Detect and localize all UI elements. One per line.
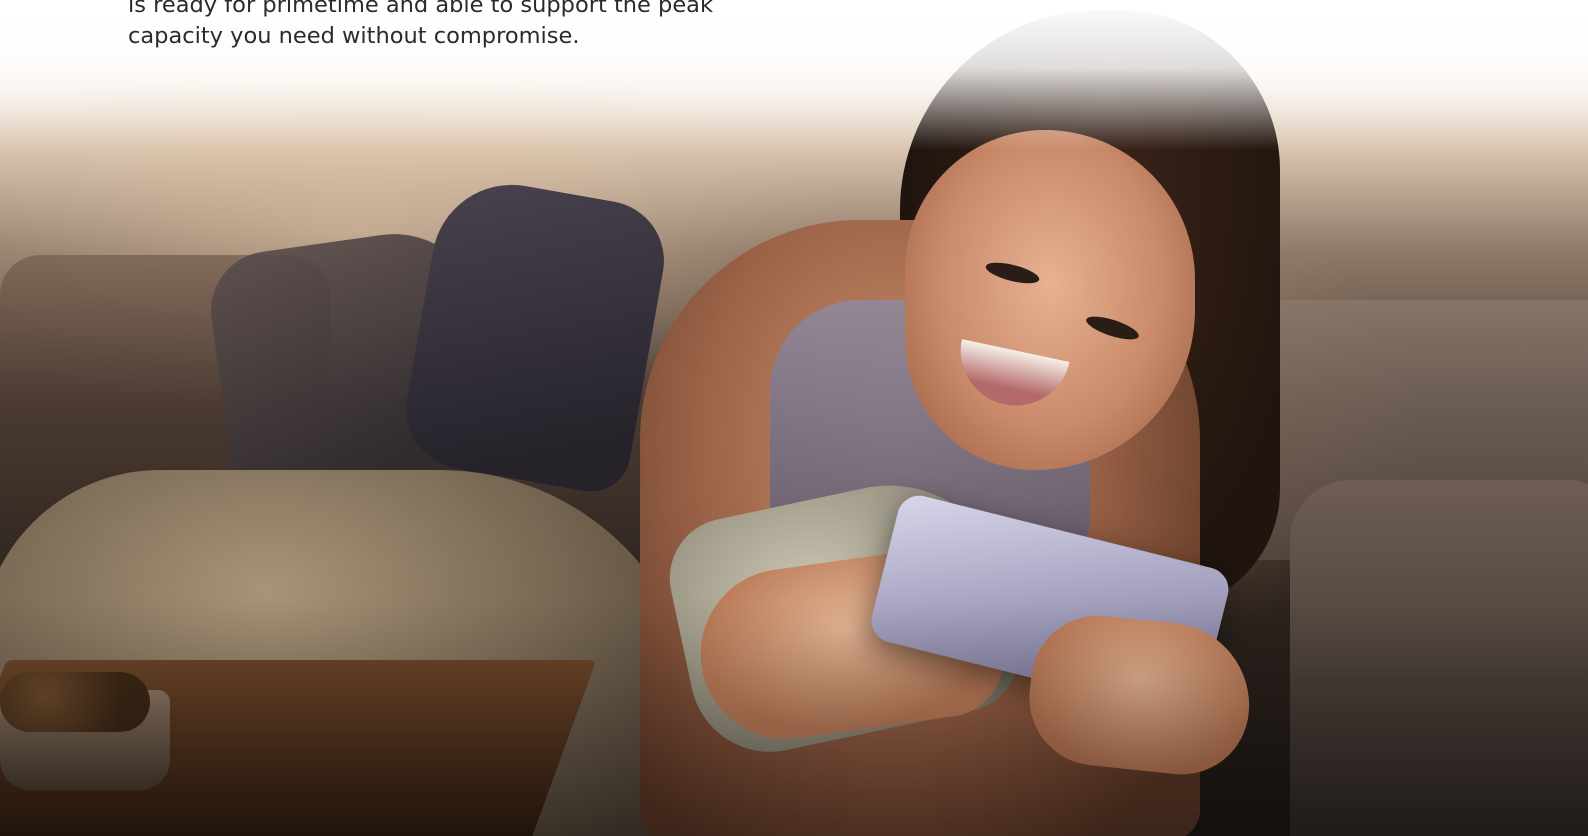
- pillow: [396, 172, 674, 498]
- shadow-overlay: [0, 600, 1588, 836]
- hero-image: [0, 0, 1588, 836]
- intro-paragraph: is ready for primetime and able to suppo…: [128, 0, 768, 52]
- intro-line: is ready for primetime and able to suppo…: [128, 0, 713, 18]
- intro-line: capacity you need without compromise.: [128, 23, 580, 49]
- page: is ready for primetime and able to suppo…: [0, 0, 1588, 836]
- person-face: [905, 130, 1195, 470]
